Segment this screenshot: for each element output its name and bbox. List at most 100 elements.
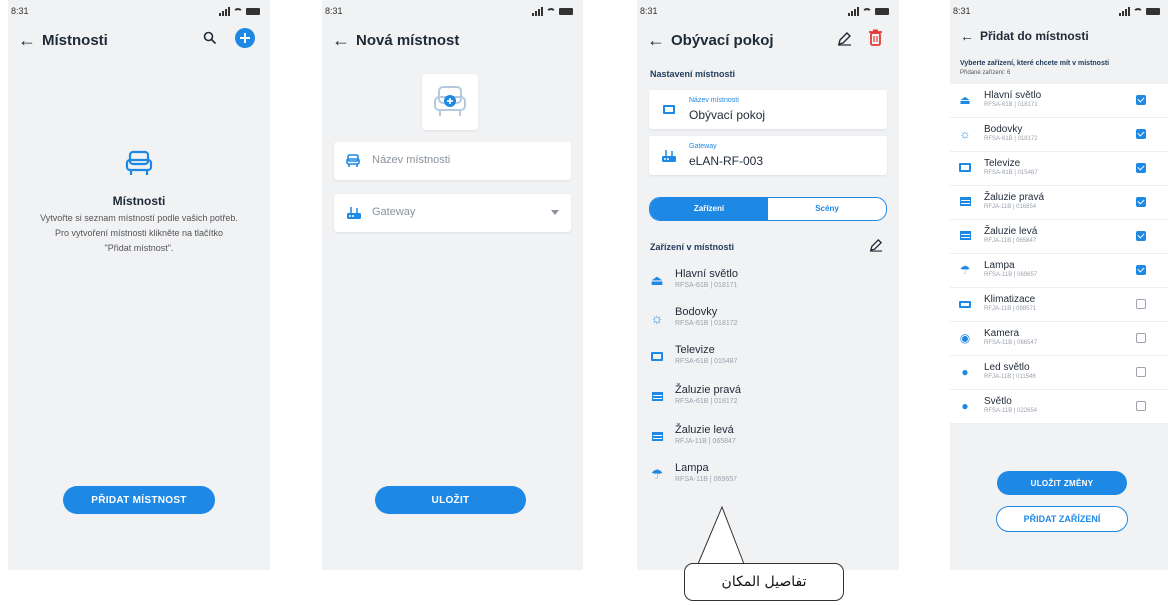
device-list-item[interactable]: ☼ Bodovky RFSA-61B | 018172 bbox=[647, 306, 889, 342]
device-id: RFSA-11B | 069657 bbox=[984, 272, 1038, 278]
device-checkbox[interactable] bbox=[1136, 401, 1146, 411]
signal-icon bbox=[848, 7, 859, 16]
blinds-icon bbox=[958, 229, 972, 243]
status-time: 8:31 bbox=[953, 6, 971, 16]
device-row[interactable]: Žaluzie pravá RFJA-11B | 016854 bbox=[950, 186, 1168, 220]
device-id: RFJA-11B | 065847 bbox=[675, 438, 736, 445]
device-checkbox[interactable] bbox=[1136, 197, 1146, 207]
room-name-field[interactable]: Název místnosti bbox=[334, 142, 571, 180]
add-room-button[interactable]: PŘIDAT MÍSTNOST bbox=[63, 486, 215, 514]
save-changes-button[interactable]: ULOŽIT ZMĚNY bbox=[997, 471, 1127, 495]
save-button[interactable]: ULOŽIT bbox=[375, 486, 526, 514]
instruction-text: Vyberte zařízení, které chcete mít v mís… bbox=[960, 60, 1110, 67]
gateway-field[interactable]: Gateway eLAN-RF-003 bbox=[649, 136, 887, 175]
delete-trash-icon[interactable] bbox=[869, 29, 882, 46]
battery-icon bbox=[246, 8, 260, 15]
dropdown-arrow-icon bbox=[551, 210, 559, 215]
spotlight-icon: ☼ bbox=[959, 127, 971, 141]
device-id: RFSA-61B | 018171 bbox=[675, 282, 738, 289]
device-row[interactable]: Klimatizace RFJA-11B | 098571 bbox=[950, 288, 1168, 322]
room-name-field[interactable]: Název místnosti Obývací pokoj bbox=[649, 90, 887, 129]
add-device-button[interactable]: PŘIDAT ZAŘÍZENÍ bbox=[996, 506, 1128, 532]
device-row[interactable]: ◉ Kamera RFSA-11B | 066547 bbox=[950, 322, 1168, 356]
empty-state-title: Místnosti bbox=[112, 194, 166, 208]
add-room-icon[interactable] bbox=[235, 28, 255, 48]
status-bar: 8:31 bbox=[637, 6, 899, 18]
status-bar: 8:31 bbox=[8, 6, 270, 18]
device-list-item[interactable]: ☂ Lampa RFSA-11B | 069657 bbox=[647, 462, 889, 498]
lamp-icon: ☂ bbox=[650, 466, 664, 482]
device-row[interactable]: ● Led světlo RFJA-11B | 011546 bbox=[950, 356, 1168, 390]
device-id: RFSA-61B | 018172 bbox=[984, 136, 1038, 142]
device-checkbox[interactable] bbox=[1136, 265, 1146, 275]
section-title-devices: Zařízení v místnosti bbox=[650, 242, 735, 252]
device-row[interactable]: ☂ Lampa RFSA-11B | 069657 bbox=[950, 254, 1168, 288]
back-arrow-icon[interactable]: ← bbox=[18, 30, 36, 50]
device-name: Žaluzie levá bbox=[984, 226, 1038, 237]
screen-new-room: 8:31 ← Nová místnost Název místnosti Gat… bbox=[322, 0, 583, 570]
device-checkbox[interactable] bbox=[1136, 333, 1146, 343]
back-arrow-icon[interactable]: ← bbox=[960, 26, 974, 46]
device-checkbox[interactable] bbox=[1136, 231, 1146, 241]
device-checkbox[interactable] bbox=[1136, 95, 1146, 105]
empty-state-text-2: Pro vytvoření místnosti klikněte na tlač… bbox=[54, 228, 224, 238]
device-row[interactable]: Televize RFSA-61B | 015487 bbox=[950, 152, 1168, 186]
armchair-add-icon bbox=[434, 86, 466, 116]
device-name: Lampa bbox=[675, 462, 709, 474]
device-id: RFSA-11B | 069657 bbox=[675, 476, 738, 483]
gateway-select[interactable]: Gateway bbox=[334, 194, 571, 232]
back-arrow-icon[interactable]: ← bbox=[332, 30, 350, 50]
ceiling-light-icon: ⏏ bbox=[650, 272, 664, 288]
callout-pointer bbox=[697, 505, 745, 565]
page-title: Místnosti bbox=[42, 32, 108, 49]
edit-devices-icon[interactable] bbox=[869, 238, 883, 252]
device-id: RFJA-11B | 016854 bbox=[984, 204, 1037, 210]
status-time: 8:31 bbox=[325, 6, 343, 16]
page-title: Obývací pokoj bbox=[671, 32, 774, 49]
device-row[interactable]: Žaluzie levá RFJA-11B | 065847 bbox=[950, 220, 1168, 254]
edit-pencil-icon[interactable] bbox=[837, 31, 852, 46]
device-row[interactable]: ☼ Bodovky RFSA-61B | 018172 bbox=[950, 118, 1168, 152]
tv-icon bbox=[958, 161, 972, 175]
device-list-item[interactable]: ⏏ Hlavní světlo RFSA-61B | 018171 bbox=[647, 268, 889, 304]
device-name: Hlavní světlo bbox=[675, 268, 738, 280]
search-icon[interactable] bbox=[203, 31, 217, 45]
device-checkbox[interactable] bbox=[1136, 129, 1146, 139]
device-name: Žaluzie pravá bbox=[675, 384, 742, 396]
armchair-icon bbox=[125, 150, 153, 175]
bulb-icon: ● bbox=[961, 399, 969, 413]
device-name: Žaluzie pravá bbox=[984, 192, 1045, 203]
device-id: RFSA-61B | 015487 bbox=[675, 358, 738, 365]
tv-icon bbox=[649, 348, 665, 364]
device-list-item[interactable]: Žaluzie levá RFJA-11B | 065847 bbox=[647, 424, 889, 460]
status-time: 8:31 bbox=[11, 6, 29, 16]
device-id: RFSA-61B | 018172 bbox=[675, 398, 738, 405]
device-name: Žaluzie levá bbox=[675, 424, 734, 436]
device-name: Kamera bbox=[984, 328, 1020, 339]
blinds-icon bbox=[649, 388, 665, 404]
back-arrow-icon[interactable]: ← bbox=[647, 30, 665, 50]
device-list-item[interactable]: Televize RFSA-61B | 015487 bbox=[647, 344, 889, 380]
wifi-icon bbox=[233, 8, 243, 15]
battery-icon bbox=[559, 8, 573, 15]
device-list-item[interactable]: Žaluzie pravá RFSA-61B | 018172 bbox=[647, 384, 889, 420]
segmented-tabs: Zařízení Scény bbox=[649, 197, 887, 221]
device-row[interactable]: ⏏ Hlavní světlo RFSA-61B | 018171 bbox=[950, 84, 1168, 118]
device-checkbox[interactable] bbox=[1136, 367, 1146, 377]
blinds-icon bbox=[958, 195, 972, 209]
device-id: RFJA-11B | 098571 bbox=[984, 306, 1037, 312]
device-checkbox[interactable] bbox=[1136, 163, 1146, 173]
tab-scenes[interactable]: Scény bbox=[768, 198, 886, 220]
callout-annotation: تفاصيل المكان bbox=[684, 563, 844, 601]
status-bar: 8:31 bbox=[950, 6, 1168, 18]
tab-devices[interactable]: Zařízení bbox=[650, 198, 768, 220]
room-name-label: Název místnosti bbox=[689, 97, 739, 104]
device-name: Televize bbox=[984, 158, 1021, 169]
device-row[interactable]: ● Světlo RFSA-11B | 022654 bbox=[950, 390, 1168, 424]
screen-room-detail: 8:31 ← Obývací pokoj Nastavení místnosti… bbox=[637, 0, 899, 570]
device-id: RFJA-11B | 065847 bbox=[984, 238, 1037, 244]
signal-icon bbox=[219, 7, 230, 16]
status-time: 8:31 bbox=[640, 6, 658, 16]
room-image-picker[interactable] bbox=[422, 74, 478, 130]
device-checkbox[interactable] bbox=[1136, 299, 1146, 309]
